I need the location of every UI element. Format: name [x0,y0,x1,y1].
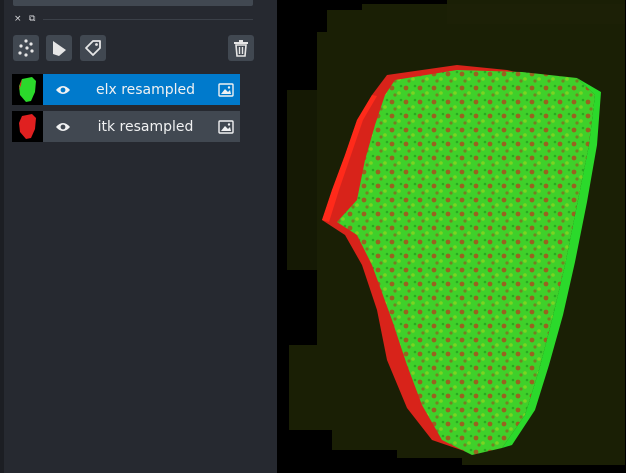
visibility-toggle[interactable] [43,84,83,96]
layer-row-elx-resampled[interactable]: elx resampled [12,74,240,105]
eye-icon [56,85,70,94]
new-labels-layer-button[interactable] [80,35,106,61]
dock-title-divider [43,19,253,20]
layer-list-panel: × ⧉ elx resampled itk resampled [0,0,277,473]
new-shapes-layer-button[interactable] [46,35,72,61]
labels-icon [85,40,101,56]
dock-scrollbar[interactable] [13,0,253,6]
layer-type-indicator [212,119,240,134]
background-tile [287,90,317,270]
eye-icon [56,122,70,131]
background-tile [447,4,625,24]
layer-thumbnail [12,111,43,142]
visibility-toggle[interactable] [43,121,83,133]
delete-layer-button[interactable] [228,35,254,61]
trash-icon [234,40,248,57]
layer-row-itk-resampled[interactable]: itk resampled [12,111,240,142]
close-dock-icon[interactable]: × [14,14,22,24]
image-icon [218,119,234,134]
new-points-layer-button[interactable] [13,35,39,61]
layer-name[interactable]: elx resampled [83,82,212,98]
float-dock-icon[interactable]: ⧉ [29,14,35,24]
points-icon [18,39,34,57]
microscopy-image [287,0,625,465]
layer-thumbnail [12,74,43,105]
image-canvas[interactable] [277,0,626,473]
panel-edge [0,0,4,473]
shapes-icon [53,41,66,56]
image-icon [218,82,234,97]
layer-type-indicator [212,82,240,97]
layer-name[interactable]: itk resampled [83,119,212,135]
